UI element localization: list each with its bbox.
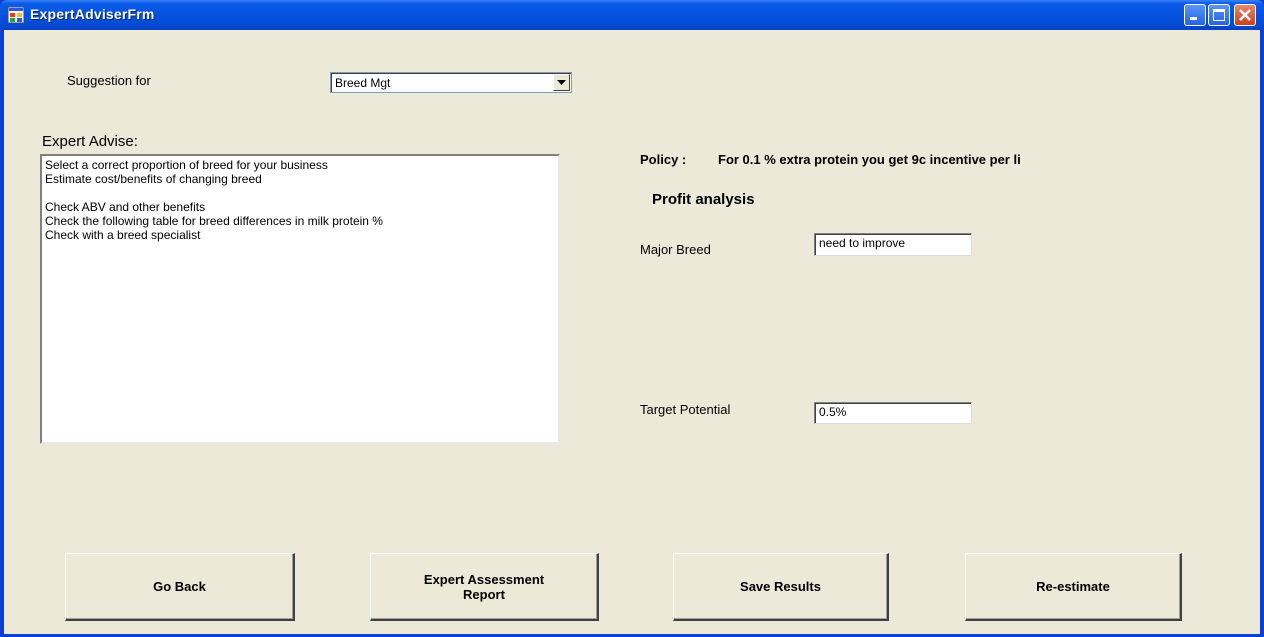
- re-estimate-button[interactable]: Re-estimate: [965, 553, 1182, 621]
- close-button[interactable]: [1234, 4, 1256, 26]
- expert-advise-heading: Expert Advise:: [42, 133, 138, 150]
- major-breed-label: Major Breed: [640, 242, 711, 257]
- window-title: ExpertAdviserFrm: [30, 6, 155, 22]
- re-estimate-label: Re-estimate: [1036, 579, 1110, 594]
- report-label-line2: Report: [463, 586, 505, 602]
- maximize-icon: [1213, 9, 1225, 21]
- report-label-line1: Expert Assessment: [423, 571, 545, 587]
- suggestion-selected: Breed Mgt: [335, 76, 391, 90]
- app-icon: [7, 6, 25, 24]
- form-client-area: Suggestion for Breed Mgt Expert Advise: …: [4, 30, 1260, 634]
- save-results-label: Save Results: [740, 579, 821, 594]
- policy-text: For 0.1 % extra protein you get 9c incen…: [718, 152, 1021, 167]
- close-icon: [1239, 9, 1251, 21]
- advice-line: Select a correct proportion of breed for…: [45, 158, 328, 172]
- advice-line: Estimate cost/benefits of changing breed: [45, 172, 262, 186]
- suggestion-label: Suggestion for: [67, 73, 151, 88]
- dropdown-button[interactable]: [553, 74, 570, 91]
- expert-adviser-window: ExpertAdviserFrm Suggestion for Breed Mg…: [0, 0, 1264, 637]
- minimize-button[interactable]: [1184, 4, 1206, 26]
- expert-assessment-report-button[interactable]: Expert Assessment Report: [370, 553, 599, 621]
- advice-line: [45, 186, 555, 200]
- go-back-button[interactable]: Go Back: [65, 553, 295, 621]
- chevron-down-icon: [557, 80, 566, 85]
- expert-advice-textarea[interactable]: Select a correct proportion of breed for…: [40, 154, 560, 444]
- suggestion-dropdown[interactable]: Breed Mgt: [330, 72, 572, 93]
- go-back-label: Go Back: [153, 579, 206, 594]
- target-potential-field[interactable]: 0.5%: [814, 402, 972, 424]
- minimize-icon: [1190, 17, 1197, 20]
- maximize-button[interactable]: [1208, 4, 1230, 26]
- save-results-button[interactable]: Save Results: [673, 553, 889, 621]
- target-potential-label: Target Potential: [640, 402, 731, 417]
- major-breed-field[interactable]: need to improve: [814, 233, 972, 256]
- advice-line: Check the following table for breed diff…: [45, 214, 383, 228]
- title-bar[interactable]: ExpertAdviserFrm: [0, 0, 1264, 30]
- advice-line: Check with a breed specialist: [45, 228, 201, 242]
- policy-label: Policy :: [640, 152, 687, 167]
- profit-analysis-heading: Profit analysis: [652, 191, 755, 208]
- advice-line: Check ABV and other benefits: [45, 200, 206, 214]
